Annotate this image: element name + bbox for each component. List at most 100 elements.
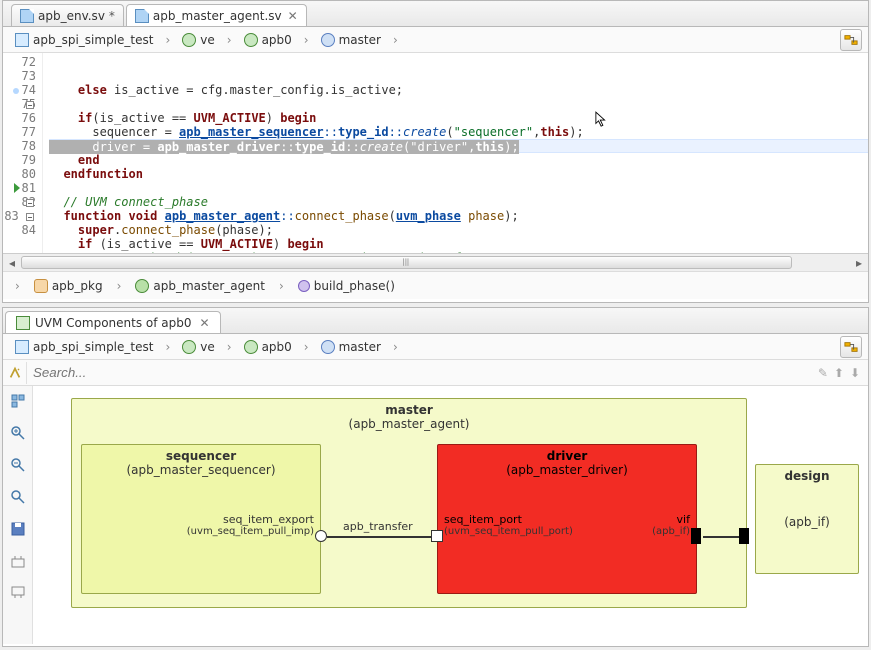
block-title: sequencer [82, 445, 320, 463]
port-pin-master-vif [743, 528, 749, 544]
port-pin-vif [695, 528, 701, 544]
code-area[interactable]: 727374 75767778798081 8283 84 else is_ac… [3, 53, 868, 253]
block-title: driver [438, 445, 696, 463]
chevron-right-icon: › [111, 279, 128, 293]
sv-file-icon [135, 9, 149, 23]
connection-label: apb_transfer [343, 520, 413, 533]
block-subtitle: (apb_master_agent) [72, 417, 746, 435]
expand-button[interactable] [9, 552, 27, 570]
uvm-icon [16, 316, 30, 330]
search-input[interactable] [27, 363, 810, 383]
diagram-breadcrumb: apb_spi_simple_test › ve › apb0 › master… [3, 334, 868, 360]
breadcrumb-test[interactable]: apb_spi_simple_test [9, 27, 159, 52]
port-pin-export [315, 530, 327, 542]
next-result-icon[interactable]: ⬇ [850, 366, 860, 380]
package-icon [34, 279, 48, 293]
scroll-left-button[interactable]: ◂ [3, 254, 21, 271]
select-layout-button[interactable] [9, 392, 27, 410]
breadcrumb-apb0[interactable]: apb0 [238, 334, 298, 359]
block-sequencer[interactable]: sequencer (apb_master_sequencer) seq_ite… [81, 444, 321, 594]
scroll-right-button[interactable]: ▸ [850, 254, 868, 271]
breadcrumb-ve[interactable]: ve [176, 334, 220, 359]
component-icon [321, 33, 335, 47]
breadcrumb-master[interactable]: master [315, 334, 387, 359]
chevron-right-icon: › [298, 33, 315, 47]
component-icon [321, 340, 335, 354]
diagram-tab-bar: UVM Components of apb0 ✕ [3, 308, 868, 334]
chevron-right-icon: › [273, 279, 290, 293]
file-icon [15, 340, 29, 354]
zoom-in-button[interactable] [9, 424, 27, 442]
block-design[interactable]: design (apb_if) [755, 464, 859, 574]
function-icon [298, 280, 310, 292]
zoom-out-button[interactable] [9, 456, 27, 474]
block-subtitle: (apb_master_driver) [438, 463, 696, 481]
tab-label: UVM Components of apb0 [35, 316, 192, 330]
chevron-right-icon: › [9, 279, 26, 293]
port-vif: vif (apb_if) [652, 513, 690, 537]
chevron-right-icon: › [159, 340, 176, 354]
block-driver[interactable]: driver (apb_master_driver) seq_item_port… [437, 444, 697, 594]
port-pin-seq-item-port [431, 530, 443, 542]
close-icon[interactable]: ✕ [288, 9, 298, 23]
file-icon [15, 33, 29, 47]
horizontal-scrollbar[interactable]: ◂ ▸ [3, 253, 868, 271]
breadcrumb-master[interactable]: master [315, 27, 387, 52]
code-body[interactable]: else is_active = cfg.master_config.is_ac… [43, 53, 868, 253]
chevron-right-icon: › [221, 340, 238, 354]
block-title: master [72, 399, 746, 417]
sv-file-icon [20, 9, 34, 23]
scroll-thumb[interactable] [21, 256, 792, 269]
breadcrumb-apb0[interactable]: apb0 [238, 27, 298, 52]
scroll-track[interactable] [21, 254, 850, 271]
block-subtitle: (apb_if) [756, 515, 858, 533]
chevron-right-icon: › [298, 340, 315, 354]
close-icon[interactable]: ✕ [200, 316, 210, 330]
editor-breadcrumb: apb_spi_simple_test › ve › apb0 › master… [3, 27, 868, 53]
component-icon [244, 33, 258, 47]
breadcrumb-ve[interactable]: ve [176, 27, 220, 52]
component-icon [182, 340, 196, 354]
port-seq-item-port: seq_item_port (uvm_seq_item_pull_port) [444, 513, 573, 537]
component-icon [182, 33, 196, 47]
chevron-right-icon: › [221, 33, 238, 47]
link-icon [844, 340, 858, 354]
gutter[interactable]: 727374 75767778798081 8283 84 [3, 53, 43, 253]
uvm-diagram-pane: UVM Components of apb0 ✕ apb_spi_simple_… [2, 307, 869, 647]
outline-class[interactable]: apb_master_agent [127, 279, 273, 293]
tab-apb-env[interactable]: apb_env.sv * [11, 4, 124, 26]
class-icon [135, 279, 149, 293]
save-button[interactable] [9, 520, 27, 538]
block-subtitle: (apb_master_sequencer) [82, 463, 320, 481]
tab-apb-master-agent[interactable]: apb_master_agent.sv ✕ [126, 4, 307, 26]
diagram-search-row: ✎ ⬆ ⬇ [3, 360, 868, 386]
component-icon [244, 340, 258, 354]
collapse-button[interactable] [9, 584, 27, 602]
diagram-canvas[interactable]: master (apb_master_agent) sequencer (apb… [33, 386, 868, 644]
new-search-button[interactable] [3, 362, 27, 384]
block-title: design [756, 465, 858, 483]
chevron-right-icon: › [387, 340, 404, 354]
outline-breadcrumb: › apb_pkg › apb_master_agent › build_pha… [3, 271, 868, 299]
search-nav: ✎ ⬆ ⬇ [810, 366, 868, 380]
dirty-marker: * [109, 9, 115, 23]
clear-search-icon[interactable]: ✎ [818, 366, 828, 380]
link-icon [844, 33, 858, 47]
connection-seq-drv [327, 536, 431, 538]
link-with-editor-button[interactable] [840, 29, 862, 51]
diagram-toolbar [3, 386, 33, 644]
outline-pkg[interactable]: apb_pkg [26, 279, 111, 293]
port-seq-item-export: seq_item_export (uvm_seq_item_pull_imp) [187, 513, 314, 537]
tab-label: apb_master_agent.sv [153, 9, 282, 23]
breadcrumb-test[interactable]: apb_spi_simple_test [9, 334, 159, 359]
editor-tab-bar: apb_env.sv * apb_master_agent.sv ✕ [3, 1, 868, 27]
link-with-editor-button[interactable] [840, 336, 862, 358]
diagram-body: master (apb_master_agent) sequencer (apb… [3, 386, 868, 644]
tab-uvm-components[interactable]: UVM Components of apb0 ✕ [5, 311, 221, 333]
outline-function[interactable]: build_phase() [290, 279, 403, 293]
prev-result-icon[interactable]: ⬆ [834, 366, 844, 380]
sparkle-icon [8, 366, 22, 380]
chevron-right-icon: › [387, 33, 404, 47]
zoom-fit-button[interactable] [9, 488, 27, 506]
code-editor-pane: apb_env.sv * apb_master_agent.sv ✕ apb_s… [2, 0, 869, 303]
